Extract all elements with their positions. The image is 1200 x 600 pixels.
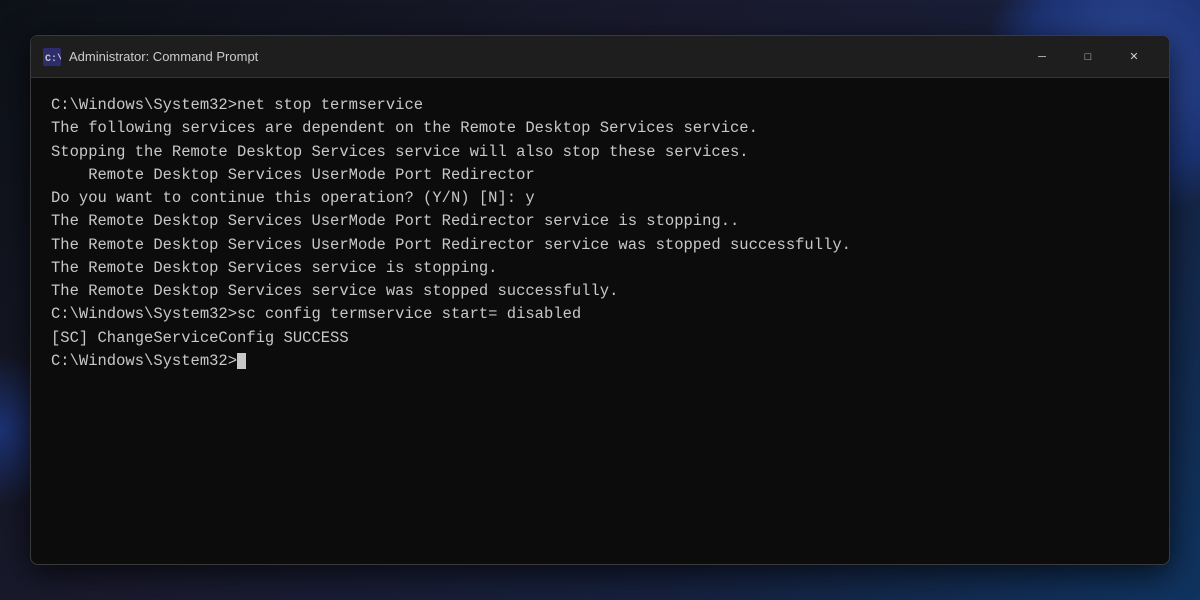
desktop-background: C:\ Administrator: Command Prompt ─ □ ✕ … xyxy=(0,0,1200,600)
terminal-line: [SC] ChangeServiceConfig SUCCESS xyxy=(51,327,1149,350)
cmd-icon: C:\ xyxy=(43,48,61,66)
maximize-button[interactable]: □ xyxy=(1065,42,1111,72)
terminal-line: C:\Windows\System32> xyxy=(51,350,1149,373)
terminal-line: C:\Windows\System32>sc config termservic… xyxy=(51,303,1149,326)
terminal-line: Stopping the Remote Desktop Services ser… xyxy=(51,141,1149,164)
terminal-line: The Remote Desktop Services service was … xyxy=(51,280,1149,303)
minimize-button[interactable]: ─ xyxy=(1019,42,1065,72)
title-bar: C:\ Administrator: Command Prompt ─ □ ✕ xyxy=(31,36,1169,78)
terminal-line: Do you want to continue this operation? … xyxy=(51,187,1149,210)
terminal-line: The Remote Desktop Services service is s… xyxy=(51,257,1149,280)
terminal-line: The Remote Desktop Services UserMode Por… xyxy=(51,210,1149,233)
terminal-line: Remote Desktop Services UserMode Port Re… xyxy=(51,164,1149,187)
terminal-cursor xyxy=(237,353,246,369)
window-controls: ─ □ ✕ xyxy=(1019,42,1157,72)
terminal-output[interactable]: C:\Windows\System32>net stop termservice… xyxy=(31,78,1169,564)
terminal-line: The following services are dependent on … xyxy=(51,117,1149,140)
terminal-line: C:\Windows\System32>net stop termservice xyxy=(51,94,1149,117)
close-button[interactable]: ✕ xyxy=(1111,42,1157,72)
terminal-line: The Remote Desktop Services UserMode Por… xyxy=(51,234,1149,257)
window-title: Administrator: Command Prompt xyxy=(69,49,1011,64)
svg-text:C:\: C:\ xyxy=(45,53,61,65)
command-prompt-window: C:\ Administrator: Command Prompt ─ □ ✕ … xyxy=(30,35,1170,565)
